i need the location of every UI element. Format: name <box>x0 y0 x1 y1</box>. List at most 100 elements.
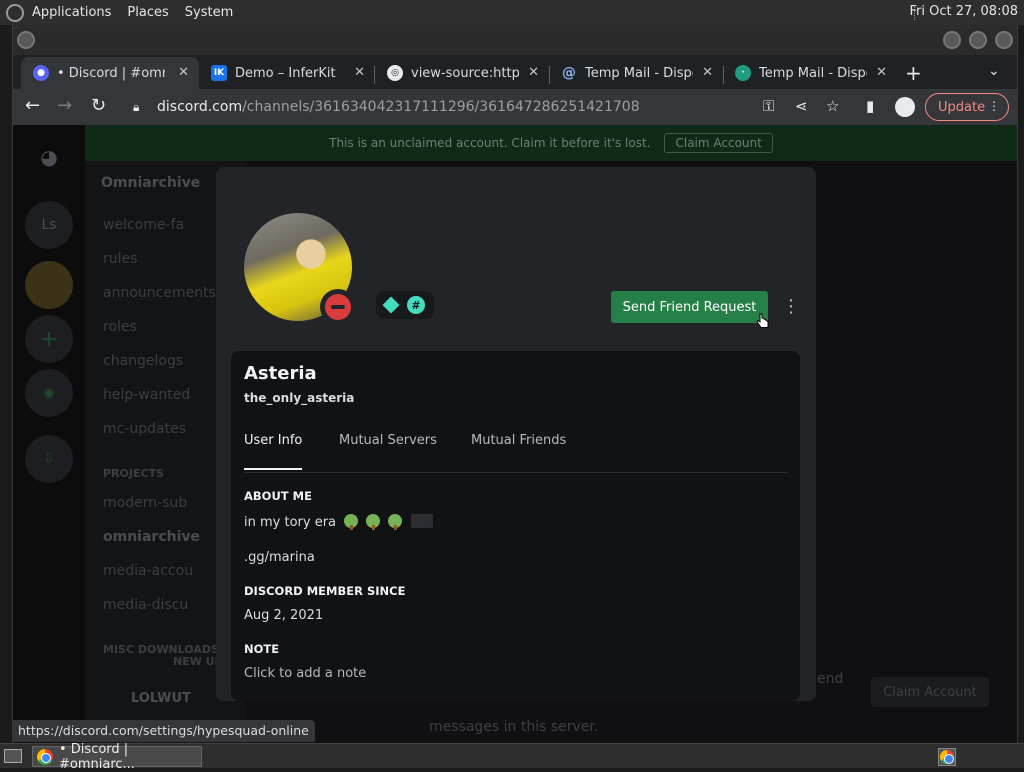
tree-emoji-icon <box>388 514 403 530</box>
clock[interactable]: Fri Oct 27, 08:08 <box>909 4 1018 19</box>
at-icon: @ <box>562 65 576 81</box>
unrendered-emoji-icon <box>410 514 433 528</box>
note-title: NOTE <box>244 642 280 656</box>
url-host: discord.com <box>157 99 243 115</box>
close-tab-icon[interactable]: ✕ <box>354 65 365 80</box>
password-key-icon[interactable]: ⚿ <box>763 97 774 115</box>
window-menu-icon[interactable] <box>17 31 35 49</box>
link-status-bubble: https://discord.com/settings/hypesquad-o… <box>12 720 315 742</box>
guild-omniarchive-icon[interactable] <box>25 261 73 309</box>
channel-item[interactable]: media-accou <box>103 563 193 579</box>
lock-icon[interactable]: 🔒︎ <box>133 100 147 115</box>
close-tab-icon[interactable]: ✕ <box>876 65 887 80</box>
tab-label: Temp Mail - Dispo <box>585 65 693 81</box>
channel-item[interactable]: mc-updates <box>103 421 186 437</box>
display-name: Asteria <box>244 363 317 384</box>
discord-home-icon[interactable]: ◕ <box>25 133 73 181</box>
menu-applications[interactable]: Applications <box>24 5 119 20</box>
server-list: ◕ Ls + ◉ ⇩ <box>13 125 85 743</box>
more-options-icon[interactable]: ⋮ <box>782 297 800 317</box>
desktop-menu: Applications Places System <box>0 0 241 25</box>
window-titlebar[interactable] <box>13 25 1017 55</box>
bottom-taskbar: • Discord | #omniarc... <box>0 742 1024 772</box>
tab-label: view-source:https: <box>411 65 519 81</box>
new-tab-icon[interactable]: + <box>905 61 922 85</box>
channel-item[interactable]: welcome-fa <box>103 217 184 233</box>
channel-item[interactable]: help-wanted <box>103 387 190 403</box>
about-me-link[interactable]: .gg/marina <box>244 550 315 565</box>
page-icon: ◎ <box>387 65 403 81</box>
profile-avatar-icon[interactable] <box>895 97 915 117</box>
bookmark-star-icon[interactable]: ☆ <box>826 97 839 115</box>
dnd-status-icon <box>320 289 356 325</box>
menu-system[interactable]: System <box>177 5 241 20</box>
more-menu-icon[interactable]: ⋮ <box>988 99 1000 113</box>
channel-item[interactable]: rules <box>103 251 137 267</box>
profile-card: Asteria the_only_asteria User Info Mutua… <box>231 351 800 701</box>
tab-label: Demo – InferKit <box>235 65 336 81</box>
channel-item[interactable]: media-discu <box>103 597 188 613</box>
forward-icon[interactable]: → <box>57 95 72 116</box>
update-label: Update <box>938 99 986 115</box>
channel-item[interactable]: roles <box>103 319 137 335</box>
chrome-icon <box>37 748 53 765</box>
note-input[interactable]: Click to add a note <box>244 666 366 681</box>
category-projects[interactable]: PROJECTS <box>103 467 164 480</box>
show-desktop-icon[interactable] <box>4 749 22 763</box>
close-window-icon[interactable] <box>995 31 1013 49</box>
maximize-icon[interactable] <box>969 31 987 49</box>
minimize-icon[interactable] <box>943 31 961 49</box>
tab-temp-mail-1[interactable]: @ Temp Mail - Dispo ✕ <box>549 57 723 89</box>
about-me-title: ABOUT ME <box>244 489 312 503</box>
hand-cursor-icon <box>756 313 769 328</box>
tray-chrome-icon[interactable] <box>938 748 956 766</box>
browser-window: ● • Discord | #omniar ✕ IK Demo – InferK… <box>12 25 1018 743</box>
close-tab-icon[interactable]: ✕ <box>178 65 189 80</box>
side-panel-icon[interactable]: ▮ <box>866 97 874 115</box>
bg-claim-button[interactable]: Claim Account <box>871 677 989 707</box>
hypesquad-badge-icon[interactable] <box>382 296 400 314</box>
explore-icon[interactable]: ◉ <box>25 369 73 417</box>
bg-send-text: end <box>817 671 844 687</box>
update-button[interactable]: Update ⋮ <box>925 93 1009 121</box>
desktop-top-panel: Applications Places System Fri Oct 27, 0… <box>0 0 1024 25</box>
channel-item[interactable]: changelogs <box>103 353 183 369</box>
tab-search-chevron-icon[interactable]: ⌄ <box>988 63 1000 79</box>
channel-item[interactable]: modern-sub <box>103 495 187 511</box>
tab-discord[interactable]: ● • Discord | #omniar ✕ <box>21 57 199 89</box>
reload-icon[interactable]: ↻ <box>91 95 106 116</box>
user-panel-name: LOLWUT <box>131 691 191 706</box>
channel-item-active[interactable]: omniarchive <box>103 529 200 545</box>
tab-inferkit[interactable]: IK Demo – InferKit ✕ <box>199 57 375 89</box>
tab-temp-mail-2[interactable]: · Temp Mail - Dispo ✕ <box>723 57 897 89</box>
send-friend-request-button[interactable]: Send Friend Request <box>611 291 768 323</box>
about-me-line: in my tory era <box>244 515 337 530</box>
share-icon[interactable]: ⋖ <box>795 97 808 115</box>
browser-toolbar: ← → ↻ 🔒︎ discord.com/channels/3616340423… <box>13 89 1017 125</box>
back-icon[interactable]: ← <box>25 95 40 116</box>
close-tab-icon[interactable]: ✕ <box>702 65 713 80</box>
tab-mutual-servers[interactable]: Mutual Servers <box>339 433 437 448</box>
unclaimed-banner: This is an unclaimed account. Claim it b… <box>85 125 1017 161</box>
tree-emoji-icon <box>344 514 359 530</box>
taskbar-window-discord[interactable]: • Discord | #omniarc... <box>32 742 202 772</box>
close-tab-icon[interactable]: ✕ <box>528 65 539 80</box>
profile-badges: # <box>376 291 434 319</box>
menu-places[interactable]: Places <box>119 5 176 20</box>
bg-message-text: messages in this server. <box>429 719 599 735</box>
banner-claim-button[interactable]: Claim Account <box>664 133 773 153</box>
taskbar-window-label: • Discord | #omniarc... <box>59 741 135 772</box>
member-since-title: DISCORD MEMBER SINCE <box>244 584 406 598</box>
add-server-icon[interactable]: + <box>25 315 73 363</box>
channel-item[interactable]: announcements <box>103 285 216 301</box>
tab-mutual-friends[interactable]: Mutual Friends <box>471 433 566 448</box>
guild-ls[interactable]: Ls <box>25 201 73 249</box>
banner-text: This is an unclaimed account. Claim it b… <box>329 136 651 150</box>
download-icon[interactable]: ⇩ <box>25 435 73 483</box>
distro-logo-icon[interactable] <box>6 3 24 22</box>
tab-view-source[interactable]: ◎ view-source:https: ✕ <box>375 57 549 89</box>
active-developer-badge-icon[interactable]: # <box>407 296 425 314</box>
discord-app: ◕ Ls + ◉ ⇩ This is an unclaimed account.… <box>13 125 1017 743</box>
tab-user-info[interactable]: User Info <box>244 433 303 470</box>
server-name[interactable]: Omniarchive <box>101 175 200 191</box>
